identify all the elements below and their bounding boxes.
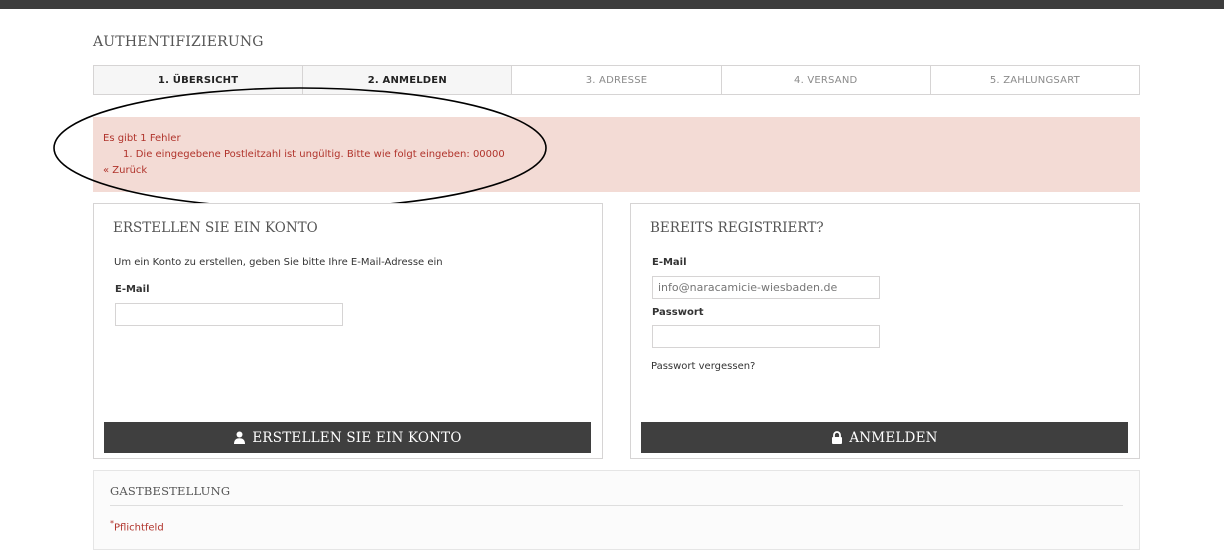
login-button[interactable]: ANMELDEN xyxy=(641,422,1128,453)
login-password-input[interactable] xyxy=(652,325,880,348)
error-summary: Es gibt 1 Fehler xyxy=(103,133,181,144)
login-heading: BEREITS REGISTRIERT? xyxy=(650,220,824,236)
checkout-steps: 1. ÜBERSICHT 2. ANMELDEN 3. ADRESSE 4. V… xyxy=(93,65,1140,95)
step-payment: 5. ZAHLUNGSART xyxy=(989,74,1080,86)
create-account-panel: ERSTELLEN SIE EIN KONTO Um ein Konto zu … xyxy=(93,203,603,459)
required-field-text: Pflichtfeld xyxy=(114,522,164,534)
error-alert: Es gibt 1 Fehler 1. Die eingegebene Post… xyxy=(93,117,1140,192)
guest-order-heading: GASTBESTELLUNG xyxy=(110,484,231,498)
step-login: 2. ANMELDEN xyxy=(303,66,513,94)
login-password-label: Passwort xyxy=(652,307,704,318)
guest-order-panel: GASTBESTELLUNG *Pflichtfeld xyxy=(93,470,1140,550)
create-account-heading: ERSTELLEN SIE EIN KONTO xyxy=(113,220,318,236)
divider xyxy=(110,505,1123,506)
required-field-note: *Pflichtfeld xyxy=(110,519,164,533)
page-title: AUTHENTIFIZIERUNG xyxy=(93,34,264,50)
top-bar xyxy=(0,0,1224,9)
login-email-input[interactable] xyxy=(652,276,880,299)
login-panel: BEREITS REGISTRIERT? E-Mail Passwort Pas… xyxy=(630,203,1140,459)
lock-icon xyxy=(831,431,843,444)
create-email-input[interactable] xyxy=(115,303,343,326)
step-overview[interactable]: 1. ÜBERSICHT xyxy=(94,66,304,94)
login-button-label: ANMELDEN xyxy=(849,429,938,446)
error-item: 1. Die eingegebene Postleitzahl ist ungü… xyxy=(123,149,505,160)
user-icon xyxy=(233,431,246,444)
forgot-password-link[interactable]: Passwort vergessen? xyxy=(651,361,755,372)
step-shipping: 4. VERSAND xyxy=(722,66,931,94)
back-link[interactable]: « Zurück xyxy=(103,163,1130,179)
create-account-description: Um ein Konto zu erstellen, geben Sie bit… xyxy=(114,257,443,268)
create-account-button[interactable]: ERSTELLEN SIE EIN KONTO xyxy=(104,422,591,453)
step-address: 3. ADRESSE xyxy=(512,66,722,94)
create-email-label: E-Mail xyxy=(115,284,150,295)
login-email-label: E-Mail xyxy=(652,257,687,268)
create-account-button-label: ERSTELLEN SIE EIN KONTO xyxy=(252,429,462,446)
